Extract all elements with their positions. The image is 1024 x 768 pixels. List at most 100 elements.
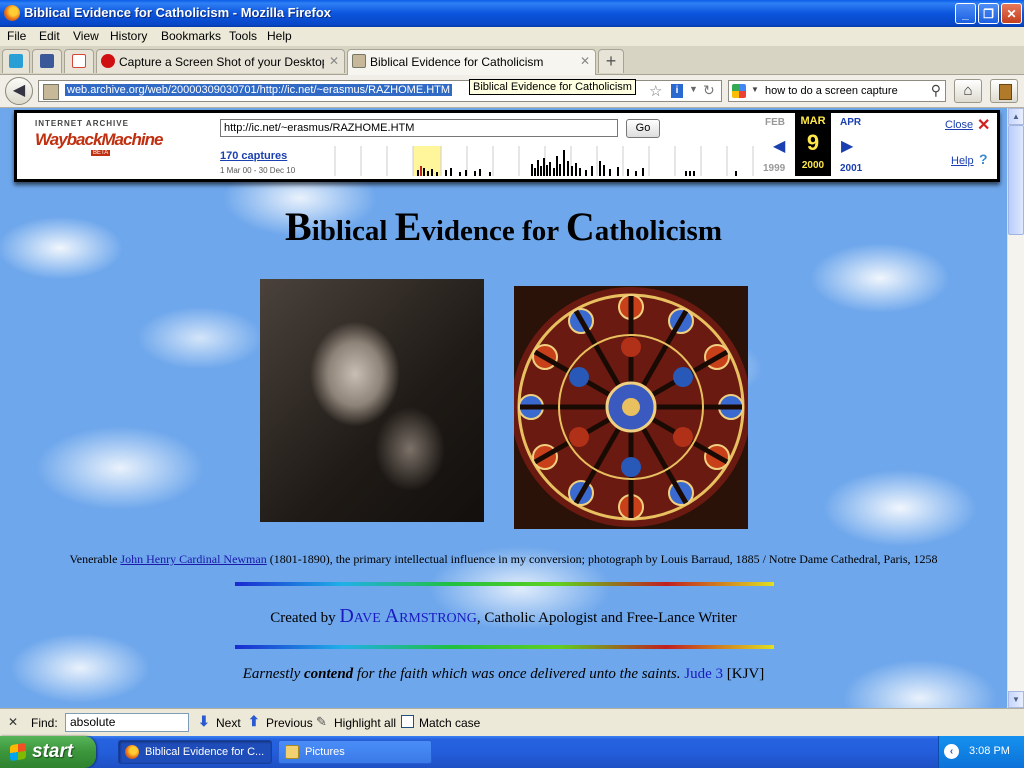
find-label: Find: — [31, 716, 58, 730]
menu-view[interactable]: View — [73, 29, 99, 43]
newman-portrait-photo — [260, 279, 484, 522]
title-bar: Biblical Evidence for Catholicism - Mozi… — [0, 0, 1024, 27]
menu-help[interactable]: Help — [267, 29, 292, 43]
wayback-close-link[interactable]: Close — [945, 119, 973, 131]
start-button[interactable]: start — [0, 736, 96, 768]
new-tab-button[interactable]: + — [598, 49, 624, 73]
tab-capture-screenshot[interactable]: Capture a Screen Shot of your Desktop o.… — [96, 49, 345, 73]
prev-year-label[interactable]: 1999 — [763, 163, 785, 174]
next-month-label[interactable]: APR — [840, 117, 861, 128]
menu-history[interactable]: History — [110, 29, 147, 43]
rose-window-image — [514, 286, 748, 529]
highlight-all-button[interactable]: Highlight all — [334, 716, 396, 730]
home-icon: ⌂ — [963, 82, 973, 99]
jude-3-link[interactable]: Jude 3 — [684, 666, 723, 682]
tab-gmail[interactable] — [64, 49, 94, 73]
search-engine-dropdown-icon[interactable]: ▼ — [751, 85, 759, 94]
find-next-arrow-icon[interactable]: ⬇ — [198, 713, 210, 730]
caption-prefix: Venerable — [69, 552, 121, 566]
tab-close-icon[interactable]: ✕ — [329, 54, 339, 68]
back-button[interactable]: ◀ — [5, 77, 33, 105]
search-bar[interactable]: ▼ how to do a screen capture ⚲ — [728, 80, 946, 102]
find-close-icon[interactable]: ✕ — [8, 715, 18, 729]
tab-twitter[interactable] — [2, 49, 30, 73]
quote-emphasis: contend — [304, 666, 354, 682]
find-previous-arrow-icon[interactable]: ⬆ — [248, 713, 260, 730]
tab-close-icon[interactable]: ✕ — [580, 54, 590, 68]
menu-file[interactable]: File — [7, 29, 26, 43]
match-case-label[interactable]: Match case — [419, 716, 480, 730]
captures-sparkline[interactable] — [309, 146, 761, 176]
taskbar-pictures-window[interactable]: Pictures — [278, 740, 432, 764]
wayback-logo-top: INTERNET ARCHIVE — [35, 119, 129, 128]
minimize-button[interactable]: _ — [955, 3, 976, 24]
rainbow-divider — [235, 645, 774, 649]
credit-prefix: Created by — [270, 610, 340, 626]
quote-part: for the faith which was once delivered u… — [353, 666, 681, 682]
wayback-help-link[interactable]: Help — [951, 155, 974, 167]
page-viewport: INTERNET ARCHIVE WaybackMachine BETA htt… — [0, 108, 1007, 708]
author-credit: Created by Dave Armstrong, Catholic Apol… — [0, 605, 1007, 628]
url-dropdown-icon[interactable]: ▼ — [689, 84, 698, 94]
captures-link[interactable]: 170 captures — [220, 150, 287, 162]
system-tray: ‹ 3:08 PM — [938, 736, 1024, 768]
tray-expand-icon[interactable]: ‹ — [944, 744, 959, 759]
wayback-go-button[interactable]: Go — [626, 119, 660, 138]
bookmark-star-icon[interactable]: ☆ — [649, 82, 662, 100]
photo-caption: Venerable John Henry Cardinal Newman (18… — [0, 552, 1007, 567]
menu-bookmarks[interactable]: Bookmarks — [161, 29, 221, 43]
folder-icon — [285, 745, 299, 759]
tab-label: Biblical Evidence for Catholicism — [370, 55, 544, 69]
vertical-scrollbar[interactable]: ▲ ▼ — [1007, 108, 1024, 708]
taskbar-firefox-window[interactable]: Biblical Evidence for C... — [118, 740, 272, 764]
next-capture-arrow-icon[interactable]: ▶ — [841, 136, 853, 156]
scrollbar-thumb[interactable] — [1008, 125, 1024, 235]
prev-month-label[interactable]: FEB — [765, 117, 785, 128]
tab-facebook[interactable] — [32, 49, 62, 73]
maximize-button[interactable]: ❐ — [978, 3, 999, 24]
info-icon[interactable]: i — [671, 84, 683, 98]
kjv-label: [KJV] — [726, 666, 765, 682]
prev-capture-arrow-icon[interactable]: ◀ — [773, 136, 785, 156]
highlight-pencil-icon[interactable]: ✎ — [316, 714, 327, 730]
page-icon — [352, 54, 366, 68]
tab-biblical-evidence[interactable]: Biblical Evidence for Catholicism ✕ — [347, 49, 596, 75]
tab-tooltip: Biblical Evidence for Catholicism — [469, 79, 636, 95]
next-year-label[interactable]: 2001 — [840, 163, 862, 174]
wayback-beta-badge: BETA — [91, 150, 111, 156]
match-case-checkbox[interactable] — [401, 715, 414, 728]
home-button[interactable]: ⌂ — [954, 79, 982, 103]
title-initial: C — [565, 204, 595, 249]
clock[interactable]: 3:08 PM — [969, 745, 1010, 757]
taskbar: start Biblical Evidence for C... Picture… — [0, 736, 1024, 768]
start-label: start — [32, 741, 74, 762]
firefox-icon — [4, 5, 20, 21]
bookmarks-button[interactable] — [990, 79, 1018, 103]
scroll-up-icon[interactable]: ▲ — [1008, 108, 1024, 125]
google-icon[interactable] — [732, 84, 746, 98]
title-word: iblical — [311, 215, 395, 247]
back-arrow-icon: ◀ — [12, 82, 26, 99]
wayback-logo[interactable]: WaybackMachine — [35, 130, 163, 150]
page-title: Biblical Evidence for Catholicism — [0, 203, 1007, 250]
search-icon[interactable]: ⚲ — [931, 82, 941, 99]
search-query[interactable]: how to do a screen capture — [765, 85, 898, 97]
newman-link[interactable]: John Henry Cardinal Newman — [120, 552, 266, 566]
credit-suffix: , Catholic Apologist and Free-Lance Writ… — [476, 610, 737, 626]
close-x-icon[interactable]: ✕ — [977, 115, 990, 135]
menu-tools[interactable]: Tools — [229, 29, 257, 43]
find-input[interactable]: absolute — [65, 713, 189, 732]
window-title: Biblical Evidence for Catholicism - Mozi… — [24, 5, 332, 20]
scroll-down-icon[interactable]: ▼ — [1008, 691, 1024, 708]
find-next-button[interactable]: Next — [216, 716, 241, 730]
author-name-link[interactable]: Dave Armstrong — [339, 605, 477, 627]
wayback-toolbar: INTERNET ARCHIVE WaybackMachine BETA htt… — [14, 110, 1000, 182]
url-text[interactable]: web.archive.org/web/20000309030701/http:… — [65, 84, 453, 96]
wayback-url-input[interactable]: http://ic.net/~erasmus/RAZHOME.HTM — [220, 119, 618, 137]
help-question-icon[interactable]: ? — [979, 151, 988, 167]
menu-edit[interactable]: Edit — [39, 29, 60, 43]
close-window-button[interactable]: ✕ — [1001, 3, 1022, 24]
find-previous-button[interactable]: Previous — [266, 716, 313, 730]
reload-icon[interactable]: ↻ — [703, 82, 715, 99]
quote-part: Earnestly — [242, 666, 304, 682]
